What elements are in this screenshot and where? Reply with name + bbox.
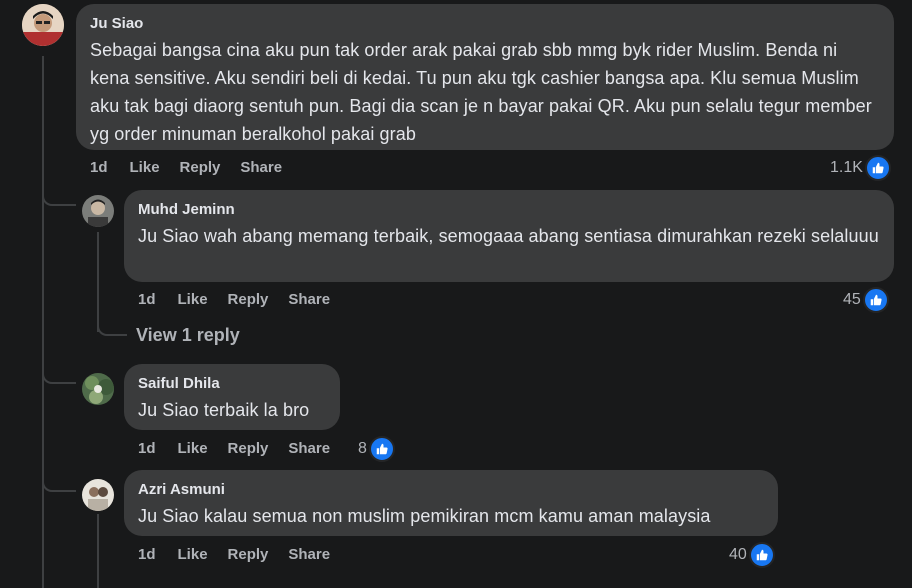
comment-timestamp[interactable]: 1d xyxy=(90,159,108,176)
comment-actions: 1d Like Reply Share xyxy=(90,159,302,176)
thread-line-main xyxy=(42,56,44,588)
avatar[interactable] xyxy=(22,4,64,46)
share-button[interactable]: Share xyxy=(288,546,330,563)
avatar-photo-icon xyxy=(82,373,114,405)
comment-timestamp[interactable]: 1d xyxy=(138,440,156,457)
reaction-count[interactable]: 1.1K xyxy=(830,155,891,181)
avatar[interactable] xyxy=(82,373,114,405)
comment-text: Ju Siao kalau semua non muslim pemikiran… xyxy=(138,506,711,526)
comment-author[interactable]: Saiful Dhila xyxy=(138,374,326,394)
comment-author[interactable]: Muhd Jeminn xyxy=(138,200,880,220)
reaction-count[interactable]: 40 xyxy=(729,542,775,568)
reply-button[interactable]: Reply xyxy=(228,291,269,308)
share-button[interactable]: Share xyxy=(288,291,330,308)
comment-author[interactable]: Ju Siao xyxy=(90,14,880,34)
reaction-count-text: 8 xyxy=(358,440,367,457)
comment-bubble: Ju Siao Sebagai bangsa cina aku pun tak … xyxy=(76,4,894,150)
avatar-photo-icon xyxy=(82,479,114,511)
like-button[interactable]: Like xyxy=(178,546,208,563)
like-reaction-icon xyxy=(864,155,891,181)
reaction-count-text: 45 xyxy=(843,291,861,308)
comment-text: Sebagai bangsa cina aku pun tak order ar… xyxy=(90,40,872,144)
avatar[interactable] xyxy=(82,195,114,227)
share-button[interactable]: Share xyxy=(288,440,330,457)
comment-author[interactable]: Azri Asmuni xyxy=(138,480,764,500)
comment-timestamp[interactable]: 1d xyxy=(138,546,156,563)
like-reaction-icon xyxy=(748,542,775,568)
thread-line-branch-1 xyxy=(42,184,76,206)
reaction-count-text: 1.1K xyxy=(830,159,863,176)
comment-actions: 1d Like Reply Share xyxy=(138,546,350,563)
avatar[interactable] xyxy=(82,479,114,511)
comment-bubble: Saiful Dhila Ju Siao terbaik la bro xyxy=(124,364,340,430)
view-replies-link[interactable]: View 1 reply xyxy=(136,325,240,346)
like-button[interactable]: Like xyxy=(130,159,160,176)
reaction-count-text: 40 xyxy=(729,546,747,563)
reaction-count[interactable]: 45 xyxy=(843,287,889,313)
comment-actions: 1d Like Reply Share xyxy=(138,291,350,308)
comment-text: Ju Siao wah abang memang terbaik, semoga… xyxy=(138,226,879,246)
comment-timestamp[interactable]: 1d xyxy=(138,291,156,308)
comment-bubble: Muhd Jeminn Ju Siao wah abang memang ter… xyxy=(124,190,894,282)
reaction-count[interactable]: 8 xyxy=(358,436,395,462)
reply-button[interactable]: Reply xyxy=(180,159,221,176)
thread-line-reply-3 xyxy=(97,514,99,588)
avatar-photo-icon xyxy=(82,195,114,227)
like-reaction-icon xyxy=(862,287,889,313)
like-reaction-icon xyxy=(368,436,395,462)
like-button[interactable]: Like xyxy=(178,440,208,457)
avatar-photo-icon xyxy=(22,4,64,46)
thread-line-reply-1 xyxy=(97,232,99,332)
comment-actions: 1d Like Reply Share xyxy=(138,440,350,457)
like-button[interactable]: Like xyxy=(178,291,208,308)
comment-bubble: Azri Asmuni Ju Siao kalau semua non musl… xyxy=(124,470,778,536)
thread-line-view-reply xyxy=(97,318,127,336)
share-button[interactable]: Share xyxy=(240,159,282,176)
reply-button[interactable]: Reply xyxy=(228,546,269,563)
comment-text: Ju Siao terbaik la bro xyxy=(138,400,310,420)
thread-line-branch-2 xyxy=(42,362,76,384)
reply-button[interactable]: Reply xyxy=(228,440,269,457)
thread-line-branch-3 xyxy=(42,470,76,492)
